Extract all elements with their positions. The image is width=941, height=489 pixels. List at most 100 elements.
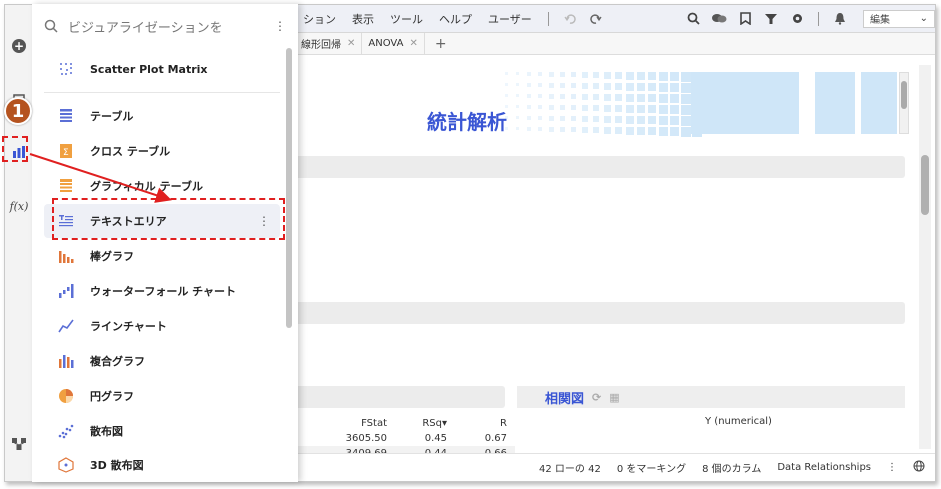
scrollbar-thumb[interactable] bbox=[901, 81, 907, 109]
menu-item-user[interactable]: ユーザー bbox=[480, 11, 540, 27]
viz-item-pie-chart[interactable]: 円グラフ bbox=[44, 379, 280, 413]
column-header[interactable]: R bbox=[455, 418, 515, 429]
search-icon bbox=[44, 19, 58, 33]
viz-item-label: 棒グラフ bbox=[90, 250, 134, 263]
refresh-icon[interactable]: ⟳ bbox=[592, 391, 601, 404]
redo-icon[interactable] bbox=[587, 10, 605, 28]
viz-item-label: ラインチャート bbox=[90, 320, 167, 333]
close-icon[interactable]: ✕ bbox=[409, 38, 417, 49]
viz-item-3d-scatter-plot[interactable]: 3D 散布図 bbox=[44, 448, 280, 482]
decoration-dot bbox=[571, 116, 577, 122]
graphical-table-icon bbox=[58, 178, 74, 194]
left-rail: + f(x) bbox=[5, 5, 33, 481]
decoration-dot bbox=[560, 105, 566, 111]
chevron-down-icon: ⌄ bbox=[919, 13, 928, 24]
marking-count[interactable]: 0 をマーキング bbox=[617, 460, 686, 475]
decoration-dot bbox=[516, 94, 520, 98]
decoration-dot bbox=[659, 72, 668, 81]
decoration-dot bbox=[571, 127, 577, 133]
add-button[interactable]: + bbox=[8, 35, 30, 57]
tab-linear-regression[interactable]: 線形回帰 ✕ bbox=[295, 33, 363, 54]
decoration-dot bbox=[604, 116, 611, 123]
flyout-scrollbar[interactable] bbox=[286, 48, 292, 328]
viz-item-line-chart[interactable]: ラインチャート bbox=[44, 309, 280, 343]
viz-item-label: ウォーターフォール チャート bbox=[90, 285, 237, 298]
decoration-dot bbox=[681, 83, 691, 93]
table-icon bbox=[58, 108, 74, 124]
decoration-dot bbox=[670, 116, 680, 126]
search-icon[interactable] bbox=[684, 10, 702, 28]
decoration-dot bbox=[637, 116, 645, 124]
title-decoration-block bbox=[861, 72, 897, 134]
globe-icon[interactable] bbox=[913, 460, 925, 475]
table-row[interactable]: 3605.50 0.45 0.67 bbox=[295, 431, 515, 446]
decoration-dot bbox=[670, 105, 680, 115]
viz-item-label: テーブル bbox=[90, 110, 134, 123]
decoration-dot bbox=[615, 116, 623, 124]
viz-item-waterfall-chart[interactable]: ウォーターフォール チャート bbox=[44, 274, 280, 308]
decoration-dot bbox=[681, 94, 691, 104]
edit-mode-value: 編集 bbox=[870, 15, 890, 26]
cross-table-icon: Σ bbox=[58, 143, 74, 159]
decoration-dot bbox=[637, 105, 645, 113]
decoration-dot bbox=[549, 127, 554, 132]
page-scrollbar[interactable] bbox=[919, 65, 931, 449]
menu-item-help[interactable]: ヘルプ bbox=[431, 11, 480, 27]
decoration-dot bbox=[648, 116, 657, 125]
close-icon[interactable]: ✕ bbox=[347, 38, 355, 49]
decoration-dot bbox=[527, 94, 531, 98]
decoration-dot bbox=[604, 127, 611, 134]
more-icon[interactable]: ⋮ bbox=[274, 19, 286, 33]
calculator-icon[interactable]: ▦ bbox=[609, 391, 619, 404]
network-button[interactable] bbox=[8, 433, 30, 455]
decoration-dot bbox=[659, 83, 668, 92]
viz-item-label: グラフィカル テーブル bbox=[90, 180, 203, 193]
page-title: 統計解析 bbox=[427, 110, 507, 134]
decoration-dot bbox=[538, 94, 543, 99]
undo-icon[interactable] bbox=[561, 10, 579, 28]
decoration-dot bbox=[549, 105, 554, 110]
decoration-dot bbox=[593, 72, 600, 79]
viz-item-scatter-plot[interactable]: 散布図 bbox=[44, 414, 280, 448]
tab-anova[interactable]: ANOVA ✕ bbox=[362, 33, 425, 54]
pie-chart-icon bbox=[58, 388, 74, 404]
viz-item-scatter-plot-matrix[interactable]: Scatter Plot Matrix bbox=[44, 52, 280, 86]
add-page-button[interactable]: + bbox=[435, 36, 447, 52]
viz-item-bar-chart[interactable]: 棒グラフ bbox=[44, 239, 280, 273]
comments-icon[interactable] bbox=[710, 10, 728, 28]
highlight-box-text-area bbox=[52, 198, 285, 240]
column-count: 8 個のカラム bbox=[702, 464, 762, 475]
search-input[interactable]: ビジュアライゼーションを bbox=[68, 17, 238, 36]
menu-item-view[interactable]: 表示 bbox=[344, 11, 382, 27]
decoration-dot bbox=[670, 72, 680, 82]
bell-icon[interactable] bbox=[831, 10, 849, 28]
viz-item-cross-table[interactable]: Σ クロス テーブル bbox=[44, 134, 280, 168]
decoration-dot bbox=[670, 83, 680, 93]
viz-item-table[interactable]: テーブル bbox=[44, 99, 280, 133]
column-header[interactable]: FStat bbox=[335, 418, 395, 429]
gear-icon[interactable] bbox=[788, 10, 806, 28]
visualization-search[interactable]: ビジュアライゼーションを ⋮ bbox=[32, 4, 298, 48]
scrollbar-thumb[interactable] bbox=[921, 155, 929, 215]
decoration-dot bbox=[637, 72, 645, 80]
bookmark-icon[interactable] bbox=[736, 10, 754, 28]
decoration-dot bbox=[593, 105, 600, 112]
text-area-scrollbar[interactable] bbox=[899, 72, 909, 134]
correlation-section-header: 相関図 ⟳ ▦ bbox=[517, 386, 905, 408]
filter-icon[interactable] bbox=[762, 10, 780, 28]
more-icon[interactable]: ⋮ bbox=[887, 462, 897, 473]
menu-item-file[interactable]: ション bbox=[295, 11, 344, 27]
expression-button[interactable]: f(x) bbox=[8, 195, 30, 217]
menu-separator bbox=[547, 11, 549, 26]
decoration-dot bbox=[615, 105, 623, 113]
column-header[interactable]: RSq▾ bbox=[395, 418, 455, 429]
data-relationships-link[interactable]: Data Relationships bbox=[777, 462, 871, 473]
edit-mode-select[interactable]: 編集 ⌄ bbox=[863, 9, 935, 28]
menu-separator-2 bbox=[818, 11, 819, 26]
title-decoration-block bbox=[815, 72, 855, 134]
decoration-dot bbox=[505, 83, 508, 86]
viz-item-combination-chart[interactable]: 複合グラフ bbox=[44, 344, 280, 378]
menu-item-tools[interactable]: ツール bbox=[382, 11, 431, 27]
tab-label: 線形回帰 bbox=[301, 40, 341, 51]
decoration-dot bbox=[593, 83, 600, 90]
